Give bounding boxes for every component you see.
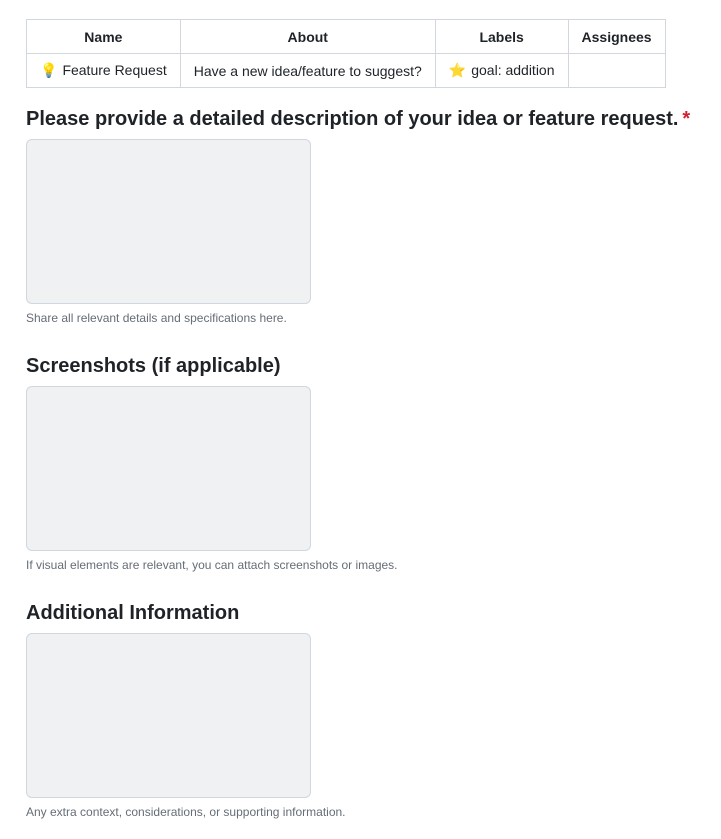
cell-assignees bbox=[567, 53, 666, 88]
description-field: Please provide a detailed description of… bbox=[26, 106, 690, 326]
description-textarea[interactable] bbox=[26, 139, 311, 304]
screenshots-textarea[interactable] bbox=[26, 386, 311, 551]
description-label: Please provide a detailed description of… bbox=[26, 106, 690, 132]
table-header-row: Name About Labels Assignees bbox=[26, 19, 666, 54]
column-header-labels: Labels bbox=[434, 19, 569, 54]
additional-info-label: Additional Information bbox=[26, 602, 240, 624]
description-note: Share all relevant details and specifica… bbox=[26, 311, 287, 325]
screenshots-label: Screenshots (if applicable) bbox=[26, 355, 281, 377]
cell-name-text: Feature Request bbox=[62, 62, 167, 78]
required-indicator: * bbox=[682, 108, 691, 130]
cell-labels: ⭐ goal: addition bbox=[434, 53, 569, 88]
additional-info-note: Any extra context, considerations, or su… bbox=[26, 805, 346, 819]
column-header-name: Name bbox=[26, 19, 181, 54]
cell-about: Have a new idea/feature to suggest? bbox=[179, 53, 436, 88]
table-row: 💡 Feature Request Have a new idea/feature… bbox=[26, 53, 666, 88]
additional-info-field: Additional Information Any extra context… bbox=[26, 600, 346, 820]
screenshots-field: Screenshots (if applicable) If visual el… bbox=[26, 353, 398, 573]
description-label-text: Please provide a detailed description of… bbox=[26, 108, 679, 130]
lightbulb-icon: 💡 bbox=[40, 62, 58, 78]
cell-name: 💡 Feature Request bbox=[26, 53, 181, 88]
column-header-assignees: Assignees bbox=[567, 19, 666, 54]
cell-labels-text: goal: addition bbox=[471, 62, 555, 78]
star-icon: ⭐ bbox=[448, 62, 467, 78]
additional-info-textarea[interactable] bbox=[26, 633, 311, 798]
template-info-table: Name About Labels Assignees 💡 Feature Req… bbox=[26, 19, 666, 88]
screenshots-note: If visual elements are relevant, you can… bbox=[26, 558, 398, 572]
column-header-about: About bbox=[179, 19, 436, 54]
